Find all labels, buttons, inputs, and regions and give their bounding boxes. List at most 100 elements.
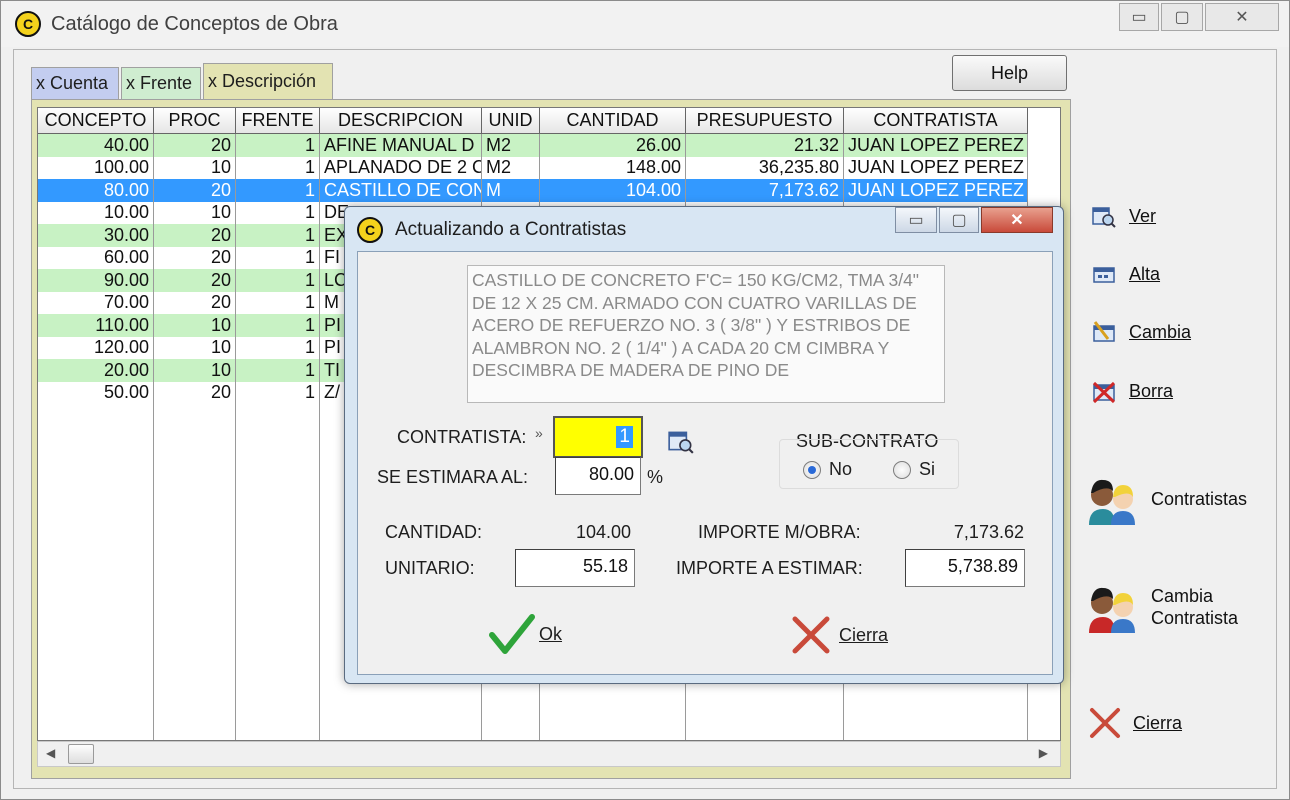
ok-label: Ok <box>539 623 563 644</box>
borra-button[interactable]: Borra <box>1091 378 1173 404</box>
close-x-icon <box>792 616 830 654</box>
cierra-dialog-button[interactable]: Cierra <box>791 615 888 655</box>
column-header-contratista[interactable]: CONTRATISTA <box>844 108 1028 134</box>
cierra-main-button[interactable]: Cierra <box>1089 707 1182 739</box>
ver-label: Ver <box>1129 205 1157 226</box>
column-header-descripcion[interactable]: DESCRIPCION <box>320 108 482 134</box>
cierra-main-label: Cierra <box>1133 712 1183 733</box>
cell-cantidad: 26.00 <box>540 134 686 157</box>
importe-mobra-value: 7,173.62 <box>953 522 1024 542</box>
cell-frente: 1 <box>236 381 320 404</box>
column-header-proc[interactable]: PROC <box>154 108 236 134</box>
contratistas-button[interactable]: Contratistas <box>1085 471 1247 527</box>
cell-frente: 1 <box>236 246 320 269</box>
column-header-cantidad[interactable]: CANTIDAD <box>540 108 686 134</box>
description-memo[interactable]: CASTILLO DE CONCRETO F'C= 150 KG/CM2, TM… <box>467 265 945 403</box>
cell-frente: 1 <box>236 269 320 292</box>
cell-proc: 10 <box>154 314 236 337</box>
column-header-unid[interactable]: UNID <box>482 108 540 134</box>
help-button[interactable]: Help <box>952 55 1067 91</box>
tab-cuenta[interactable]: x Cuenta <box>31 67 119 99</box>
cell-unid: M2 <box>482 156 540 179</box>
cell-cantidad: 148.00 <box>540 156 686 179</box>
ok-button[interactable]: Ok <box>489 613 562 655</box>
cell-descripcion: CASTILLO DE CON <box>320 179 482 202</box>
column-header-frente[interactable]: FRENTE <box>236 108 320 134</box>
cell-concepto: 40.00 <box>38 134 154 157</box>
cambia-contratista-button[interactable]: Cambia Contratista <box>1085 579 1238 635</box>
tab-frente[interactable]: x Frente <box>121 67 201 99</box>
cambia-contratista-label-1: Cambia <box>1151 586 1214 606</box>
scroll-thumb[interactable] <box>68 744 94 764</box>
borra-label: Borra <box>1129 380 1174 401</box>
cell-frente: 1 <box>236 156 320 179</box>
cell-proc: 10 <box>154 336 236 359</box>
cell-presupuesto: 36,235.80 <box>686 156 844 179</box>
cell-descripcion: AFINE MANUAL D <box>320 134 482 157</box>
scroll-right-icon[interactable]: ▶ <box>1039 746 1048 760</box>
cell-descripcion: APLANADO DE 2 C <box>320 156 482 179</box>
cambia-button[interactable]: Cambia <box>1091 319 1191 345</box>
lookup-contractor-icon[interactable] <box>667 427 695 460</box>
cell-frente: 1 <box>236 134 320 157</box>
radio-si[interactable] <box>893 461 911 479</box>
table-row[interactable]: 40.00 20 1 AFINE MANUAL D M2 26.00 21.32 JUAN L… <box>38 134 1060 157</box>
cell-concepto: 10.00 <box>38 201 154 224</box>
cell-concepto: 90.00 <box>38 269 154 292</box>
cell-concepto: 50.00 <box>38 381 154 404</box>
cell-unid: M <box>482 179 540 202</box>
cell-proc: 10 <box>154 359 236 382</box>
dialog-logo-icon: C <box>357 217 383 243</box>
contratista-field[interactable]: 1 <box>553 416 643 458</box>
tab-descripcion[interactable]: x Descripción <box>203 63 333 99</box>
cambia-contratista-label-2: Contratista <box>1151 608 1239 628</box>
table-row[interactable]: 80.00 20 1 CASTILLO DE CON M 104.00 7,173.62 JU… <box>38 179 1060 202</box>
minimize-button[interactable]: ▭ <box>1119 3 1159 31</box>
cell-concepto: 30.00 <box>38 224 154 247</box>
alta-button[interactable]: Alta <box>1091 261 1160 287</box>
unitario-field[interactable]: 55.18 <box>515 549 635 587</box>
lookup-arrow-icon: » <box>535 425 543 441</box>
cell-proc: 20 <box>154 224 236 247</box>
dialog-minimize-button[interactable]: ▭ <box>895 207 937 233</box>
dialog-maximize-button[interactable]: ▢ <box>939 207 979 233</box>
cell-concepto: 20.00 <box>38 359 154 382</box>
maximize-button[interactable]: ▢ <box>1161 3 1203 31</box>
importe-mobra-label: IMPORTE M/OBRA: <box>698 522 861 542</box>
cell-proc: 20 <box>154 246 236 269</box>
table-row[interactable]: 100.00 10 1 APLANADO DE 2 C M2 148.00 36,235.8… <box>38 156 1060 179</box>
grid-header: CONCEPTO PROC FRENTE DESCRIPCION UNID CANTIDA… <box>38 108 1060 134</box>
horizontal-scrollbar[interactable]: ◀ ▶ <box>37 741 1061 767</box>
percent-sign: % <box>647 467 664 487</box>
cell-contratista: JUAN LOPEZ PEREZ <box>844 156 1028 179</box>
radio-si-label: Si <box>919 459 936 479</box>
column-header-presupuesto[interactable]: PRESUPUESTO <box>686 108 844 134</box>
contratistas-label: Contratistas <box>1151 488 1248 509</box>
app-logo-icon: C <box>15 11 41 37</box>
se-estimara-field[interactable]: 80.00 <box>555 457 641 495</box>
cell-concepto: 100.00 <box>38 156 154 179</box>
radio-no-label: No <box>829 459 853 479</box>
cell-frente: 1 <box>236 224 320 247</box>
scroll-left-icon[interactable]: ◀ <box>46 746 55 760</box>
add-icon <box>1091 261 1117 287</box>
close-window-button[interactable]: ✕ <box>1205 3 1279 31</box>
checkmark-icon <box>489 614 535 654</box>
ver-button[interactable]: Ver <box>1091 203 1156 229</box>
cell-unid: M2 <box>482 134 540 157</box>
delete-icon <box>1091 378 1117 404</box>
window-title: Catálogo de Conceptos de Obra <box>51 13 338 35</box>
dialog-title: Actualizando a Contratistas <box>395 219 627 240</box>
cell-proc: 10 <box>154 201 236 224</box>
cell-concepto: 70.00 <box>38 291 154 314</box>
cantidad-label: CANTIDAD: <box>385 522 483 542</box>
alta-label: Alta <box>1129 263 1161 284</box>
dialog-close-button[interactable]: ✕ <box>981 207 1053 233</box>
contratista-value: 1 <box>616 426 633 448</box>
column-header-concepto[interactable]: CONCEPTO <box>38 108 154 134</box>
cell-proc: 20 <box>154 134 236 157</box>
cell-frente: 1 <box>236 291 320 314</box>
importe-estimar-field[interactable]: 5,738.89 <box>905 549 1025 587</box>
radio-no[interactable] <box>803 461 821 479</box>
cell-cantidad: 104.00 <box>540 179 686 202</box>
